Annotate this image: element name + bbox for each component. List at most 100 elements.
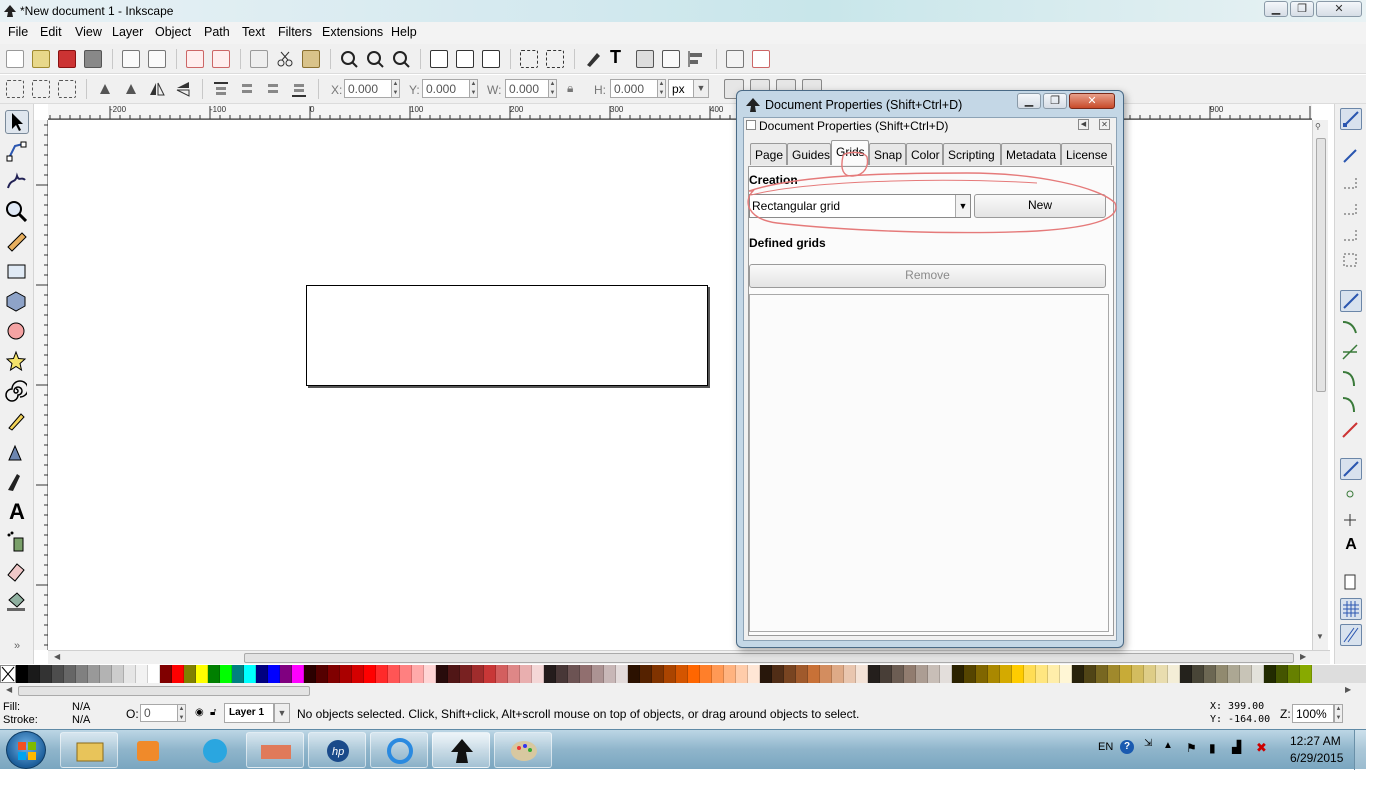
color-swatch[interactable] (508, 665, 520, 683)
color-swatch[interactable] (1000, 665, 1012, 683)
fill-stroke-icon[interactable] (584, 50, 602, 68)
color-swatch[interactable] (676, 665, 688, 683)
snap-object-center-icon[interactable] (1340, 484, 1362, 506)
snap-guides-icon[interactable] (1340, 624, 1362, 646)
color-swatch[interactable] (1168, 665, 1180, 683)
calligraphy-tool-icon[interactable] (5, 470, 29, 494)
scroll-down-arrow[interactable]: ▼ (1316, 632, 1324, 641)
color-swatch[interactable] (316, 665, 328, 683)
color-swatch[interactable] (328, 665, 340, 683)
color-swatch[interactable] (724, 665, 736, 683)
scroll-right-arrow[interactable]: ▶ (1300, 652, 1306, 661)
select-all-icon[interactable] (6, 80, 24, 98)
y-input[interactable]: 0.000 (422, 79, 470, 98)
snap-bbox-edge-icon[interactable] (1340, 172, 1362, 194)
color-swatch[interactable] (1060, 665, 1072, 683)
color-swatch[interactable] (1108, 665, 1120, 683)
menu-object[interactable]: Object (155, 25, 191, 39)
color-swatch[interactable] (1276, 665, 1288, 683)
clone-icon[interactable] (456, 50, 474, 68)
color-swatch[interactable] (256, 665, 268, 683)
color-swatch[interactable] (148, 665, 160, 683)
lower-to-bottom-icon[interactable] (290, 80, 308, 98)
help-tray-icon[interactable]: ? (1120, 740, 1134, 754)
duplicate-icon[interactable] (430, 50, 448, 68)
color-swatch[interactable] (160, 665, 172, 683)
eraser-tool-icon[interactable] (5, 560, 29, 584)
zoom-page-icon[interactable] (392, 50, 410, 68)
color-swatch[interactable] (196, 665, 208, 683)
print-icon[interactable] (84, 50, 102, 68)
snap-bbox-icon[interactable] (1340, 146, 1362, 168)
redo-icon[interactable] (212, 50, 230, 68)
color-swatch[interactable] (580, 665, 592, 683)
align-distribute-icon[interactable] (688, 50, 706, 68)
color-swatch[interactable] (880, 665, 892, 683)
color-swatch[interactable] (616, 665, 628, 683)
color-swatch[interactable] (220, 665, 232, 683)
rectangle-tool-icon[interactable] (5, 260, 29, 284)
color-swatch[interactable] (304, 665, 316, 683)
color-swatch[interactable] (112, 665, 124, 683)
zoom-input[interactable]: 100% (1292, 704, 1334, 723)
color-swatch[interactable] (1288, 665, 1300, 683)
color-swatch[interactable] (280, 665, 292, 683)
raise-to-top-icon[interactable] (212, 80, 230, 98)
color-swatch[interactable] (820, 665, 832, 683)
no-paint-swatch[interactable] (0, 665, 16, 683)
color-swatch[interactable] (532, 665, 544, 683)
color-swatch[interactable] (904, 665, 916, 683)
menu-text[interactable]: Text (242, 25, 265, 39)
color-swatch[interactable] (892, 665, 904, 683)
unit-dropdown-arrow[interactable]: ▼ (693, 79, 709, 98)
snap-grid-icon[interactable] (1340, 598, 1362, 620)
vertical-scroll-thumb[interactable] (1316, 138, 1326, 392)
h-input[interactable]: 0.000 (610, 79, 658, 98)
color-swatch[interactable] (88, 665, 100, 683)
save-icon[interactable] (58, 50, 76, 68)
unlink-clone-icon[interactable] (482, 50, 500, 68)
palette-scroll-right-arrow[interactable]: ▶ (1345, 685, 1351, 694)
x-input[interactable]: 0.000 (344, 79, 392, 98)
color-swatch[interactable] (436, 665, 448, 683)
color-swatch[interactable] (1024, 665, 1036, 683)
menu-file[interactable]: File (8, 25, 28, 39)
zoom-selection-icon[interactable] (340, 50, 358, 68)
color-swatch[interactable] (244, 665, 256, 683)
menu-edit[interactable]: Edit (40, 25, 62, 39)
color-swatch[interactable] (52, 665, 64, 683)
color-swatch[interactable] (100, 665, 112, 683)
snap-bbox-corner-icon[interactable] (1340, 198, 1362, 220)
color-swatch[interactable] (376, 665, 388, 683)
color-swatch[interactable] (1192, 665, 1204, 683)
color-swatch[interactable] (760, 665, 772, 683)
color-swatch[interactable] (1240, 665, 1252, 683)
language-indicator[interactable]: EN (1098, 741, 1113, 753)
paint-bucket-tool-icon[interactable] (5, 590, 29, 614)
more-tools-icon[interactable]: » (5, 640, 29, 664)
color-swatch[interactable] (208, 665, 220, 683)
flip-horizontal-icon[interactable] (148, 80, 166, 98)
hp-taskbar-icon[interactable]: hp (308, 732, 366, 768)
layer-lock-icon[interactable]: 🔓︎ (210, 707, 216, 718)
color-swatch[interactable] (976, 665, 988, 683)
scroll-left-arrow[interactable]: ◀ (54, 652, 60, 661)
color-swatch[interactable] (688, 665, 700, 683)
color-swatch[interactable] (784, 665, 796, 683)
color-swatch[interactable] (172, 665, 184, 683)
color-swatch[interactable] (952, 665, 964, 683)
color-swatch[interactable] (484, 665, 496, 683)
clock-time[interactable]: 12:27 AM (1290, 734, 1341, 748)
horizontal-scroll-thumb[interactable] (244, 653, 1294, 663)
color-swatch[interactable] (352, 665, 364, 683)
raise-icon[interactable] (238, 80, 256, 98)
color-swatch[interactable] (76, 665, 88, 683)
color-swatch[interactable] (472, 665, 484, 683)
color-swatch[interactable] (868, 665, 880, 683)
export-icon[interactable] (148, 50, 166, 68)
layer-visibility-icon[interactable]: ◉ (195, 707, 204, 718)
color-swatch[interactable] (364, 665, 376, 683)
import-icon[interactable] (122, 50, 140, 68)
paste-icon[interactable] (302, 50, 320, 68)
snap-paths-icon[interactable] (1340, 316, 1362, 338)
